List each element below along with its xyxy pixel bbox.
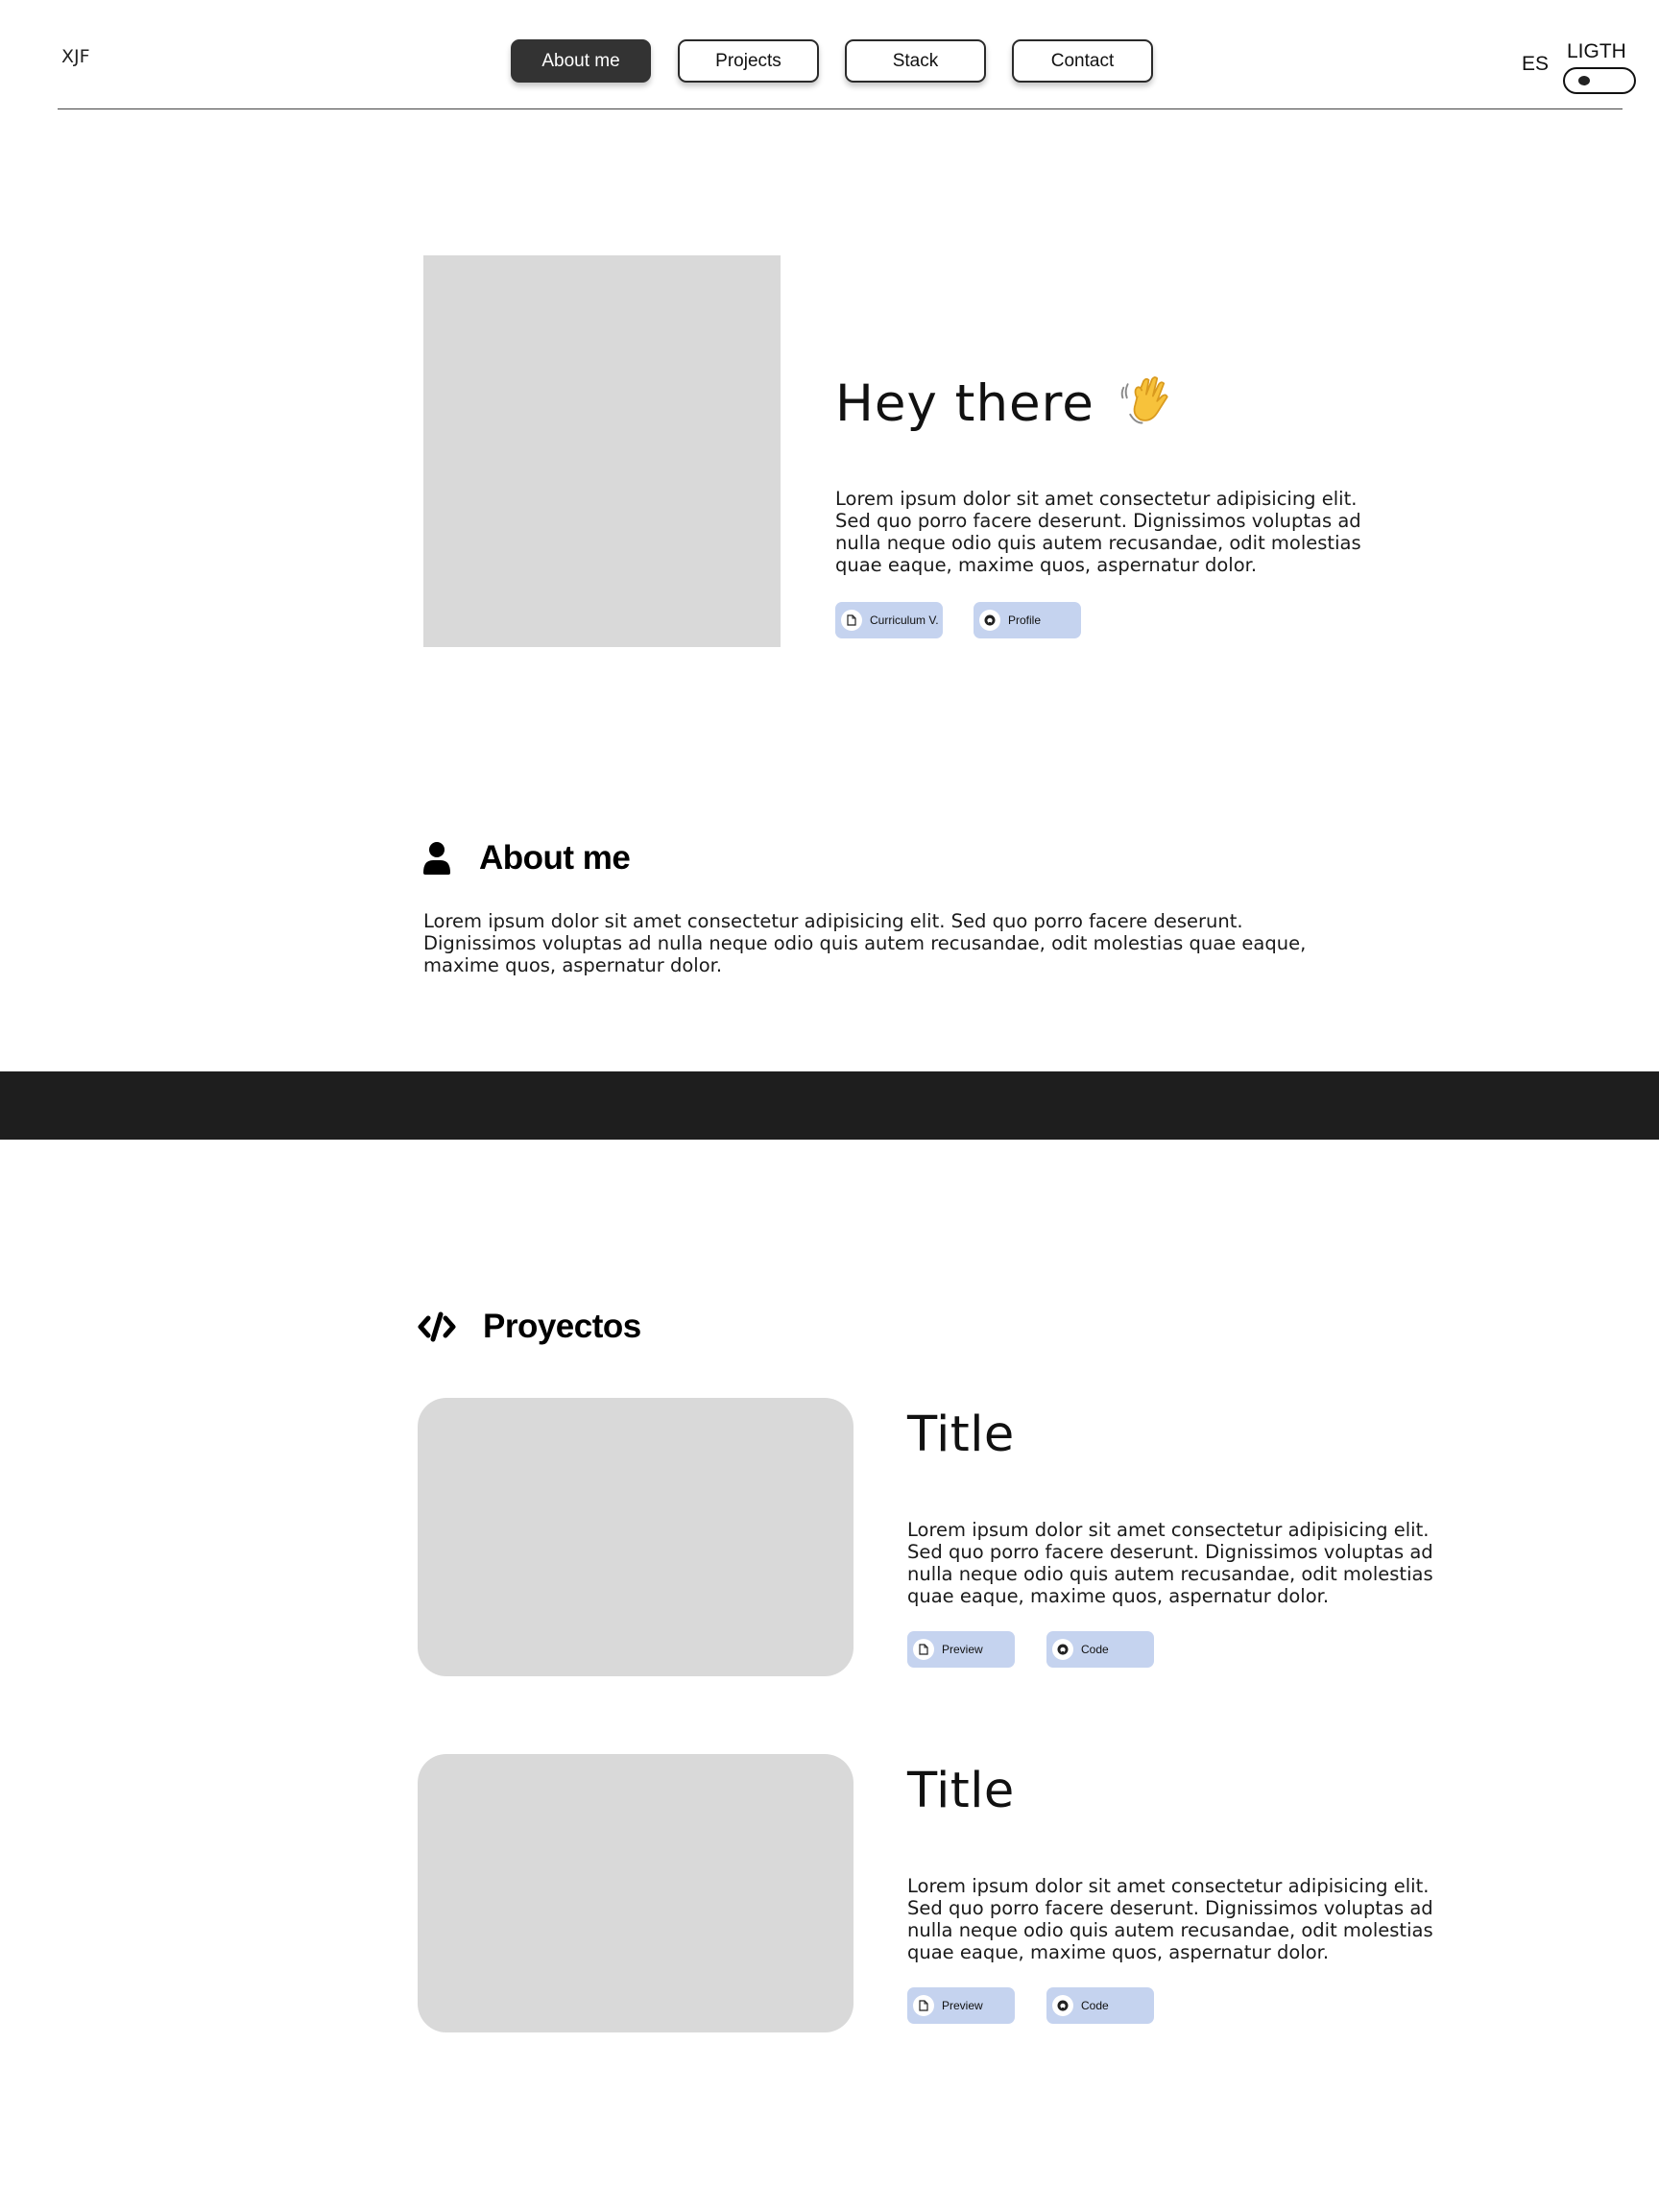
code-button[interactable]: Code [1046, 1631, 1154, 1668]
preview-button-label: Preview [942, 1643, 983, 1656]
projects-heading: Proyectos [418, 1308, 641, 1346]
project-title: Title [907, 1407, 1015, 1463]
code-button[interactable]: Code [1046, 1987, 1154, 2024]
github-icon [979, 610, 1000, 631]
project-description: Lorem ipsum dolor sit amet consectetur a… [907, 1519, 1433, 1607]
document-icon [913, 1639, 934, 1660]
about-text: Lorem ipsum dolor sit amet consectetur a… [423, 910, 1307, 976]
hero-title-text: Hey there [835, 374, 1094, 433]
project-title: Title [907, 1763, 1015, 1819]
dark-divider-band [0, 1071, 1659, 1140]
curriculum-button[interactable]: Curriculum V. [835, 602, 943, 638]
header-divider [58, 108, 1623, 109]
project-image-placeholder [418, 1398, 854, 1676]
document-icon [913, 1995, 934, 2016]
user-icon [423, 842, 450, 875]
hero-image-placeholder [423, 255, 781, 647]
hero-description: Lorem ipsum dolor sit amet consectetur a… [835, 488, 1361, 576]
theme-toggle-knob [1578, 76, 1590, 85]
curriculum-button-label: Curriculum V. [870, 613, 939, 627]
about-title: About me [479, 839, 631, 877]
profile-button-label: Profile [1008, 613, 1042, 627]
code-button-label: Code [1081, 1643, 1109, 1656]
code-button-label: Code [1081, 1999, 1109, 2012]
github-icon [1052, 1639, 1073, 1660]
nav-about-me-button[interactable]: About me [511, 39, 651, 83]
theme-label: LIGTH [1567, 40, 1626, 62]
github-icon [1052, 1995, 1073, 2016]
about-heading: About me [423, 839, 631, 878]
language-switch[interactable]: ES [1522, 53, 1549, 76]
project-image-placeholder [418, 1754, 854, 2032]
code-icon [418, 1311, 456, 1342]
nav-stack-button[interactable]: Stack [845, 39, 986, 83]
preview-button-label: Preview [942, 1999, 983, 2012]
preview-button[interactable]: Preview [907, 1987, 1015, 2024]
waving-hand-icon [1120, 376, 1168, 424]
projects-title: Proyectos [483, 1308, 641, 1345]
hero-title: Hey there [835, 374, 1173, 433]
profile-button[interactable]: Profile [974, 602, 1081, 638]
theme-toggle[interactable] [1563, 67, 1636, 94]
document-icon [841, 610, 862, 631]
preview-button[interactable]: Preview [907, 1631, 1015, 1668]
nav-projects-button[interactable]: Projects [678, 39, 819, 83]
project-description: Lorem ipsum dolor sit amet consectetur a… [907, 1875, 1433, 1963]
nav-contact-button[interactable]: Contact [1012, 39, 1153, 83]
site-logo[interactable]: XJF [61, 46, 90, 67]
